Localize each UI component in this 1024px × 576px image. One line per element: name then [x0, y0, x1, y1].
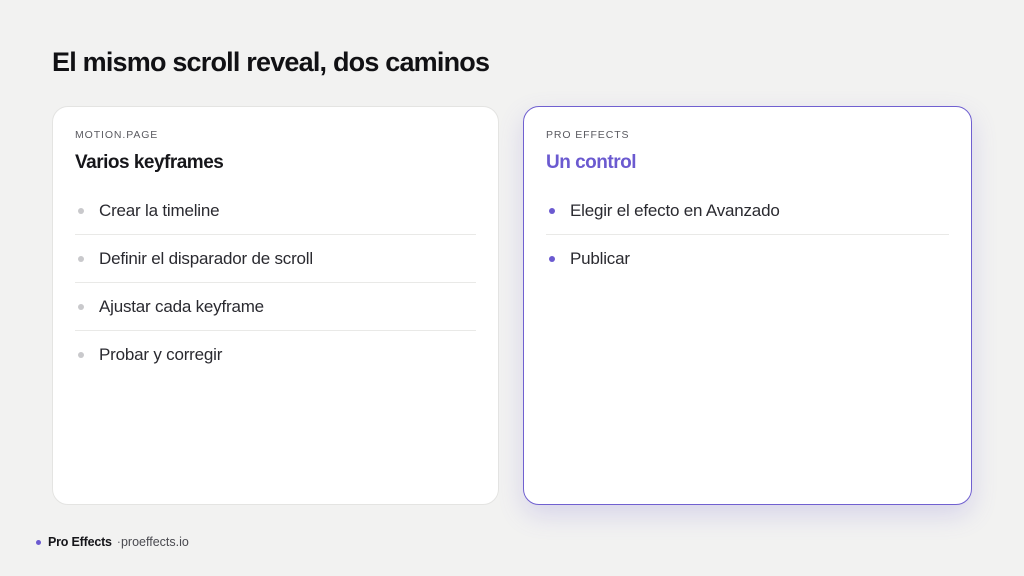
card-eyebrow: PRO EFFECTS — [546, 129, 630, 141]
list-item: Crear la timeline — [75, 187, 476, 235]
card-heading: Un control — [546, 152, 637, 173]
step-text: Publicar — [570, 249, 630, 268]
bullet-dot-icon — [78, 207, 84, 214]
step-text: Ajustar cada keyframe — [99, 296, 264, 316]
footer: Pro Effects · proeffects.io — [36, 535, 189, 549]
steps-list: Crear la timeline Definir el disparador … — [75, 187, 476, 379]
card-motion-page: MOTION.PAGE Varios keyframes Crear la ti… — [52, 106, 499, 505]
list-item: Definir el disparador de scroll — [75, 235, 476, 283]
bullet-dot-icon — [549, 256, 555, 262]
list-item: Ajustar cada keyframe — [75, 283, 476, 331]
steps-list: Elegir el efecto en Avanzado Publicar — [546, 187, 949, 283]
brand-dot-icon — [36, 539, 41, 545]
step-text: Crear la timeline — [99, 200, 220, 220]
bullet-dot-icon — [549, 207, 555, 214]
step-text: Definir el disparador de scroll — [99, 248, 313, 268]
footer-site: proeffects.io — [120, 535, 189, 549]
bullet-dot-icon — [78, 352, 84, 358]
list-item: Probar y corregir — [75, 331, 476, 379]
card-eyebrow: MOTION.PAGE — [75, 129, 159, 141]
list-item: Publicar — [546, 235, 949, 283]
bullet-dot-icon — [78, 303, 84, 310]
list-item: Elegir el efecto en Avanzado — [546, 187, 949, 235]
step-text: Elegir el efecto en Avanzado — [570, 200, 780, 220]
step-text: Probar y corregir — [99, 345, 223, 364]
card-pro-effects: PRO EFFECTS Un control Elegir el efecto … — [523, 106, 972, 505]
footer-brand: Pro Effects — [48, 535, 112, 549]
card-heading: Varios keyframes — [75, 152, 224, 173]
page-title: El mismo scroll reveal, dos caminos — [52, 47, 490, 77]
bullet-dot-icon — [78, 255, 84, 262]
